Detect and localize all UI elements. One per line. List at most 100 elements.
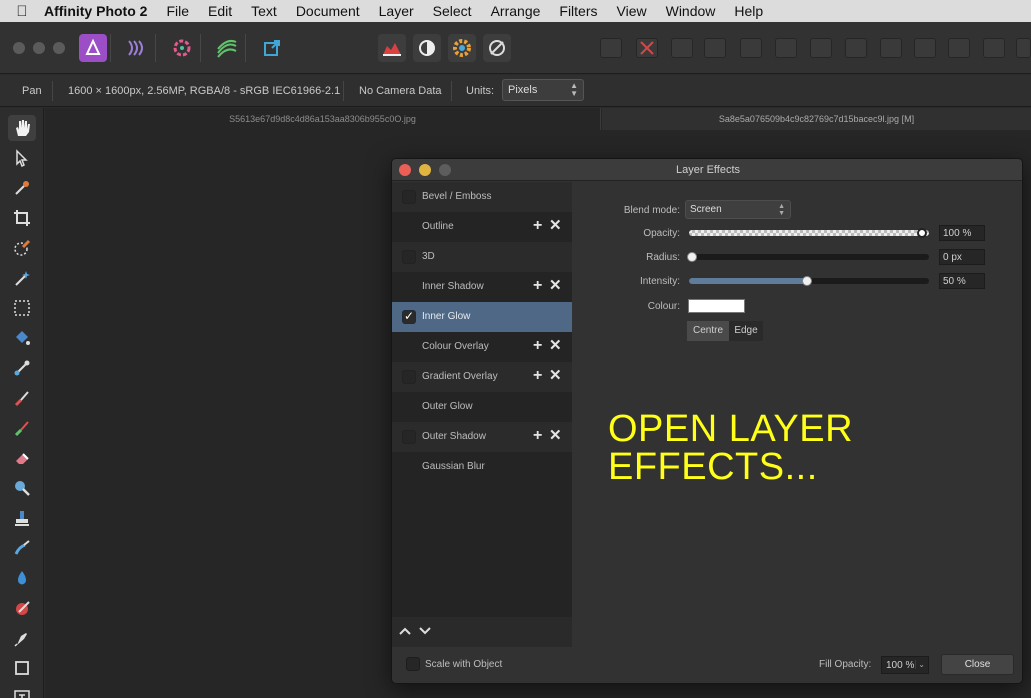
effect-row-3d[interactable]: 3D [392, 242, 572, 272]
remove-effect-icon[interactable]: ✕ [549, 367, 562, 385]
selection-brush-tool-icon[interactable] [8, 235, 36, 261]
menu-window[interactable]: Window [666, 3, 716, 19]
opacity-slider-knob[interactable] [917, 228, 927, 238]
menu-view[interactable]: View [617, 3, 647, 19]
hand-tool-icon[interactable] [8, 115, 36, 141]
flip-vertical-icon[interactable] [948, 38, 970, 58]
opacity-slider[interactable] [689, 228, 929, 238]
export-persona-icon[interactable] [258, 34, 286, 62]
photo-persona-icon[interactable] [79, 34, 107, 62]
erase-brush-tool-icon[interactable] [8, 445, 36, 471]
marquee-tool-icon[interactable] [8, 295, 36, 321]
effect-row-gaussian-blur[interactable]: Gaussian Blur [392, 452, 572, 482]
add-effect-icon[interactable]: + [533, 367, 542, 385]
effect-row-outer-shadow[interactable]: Outer Shadow + ✕ [392, 422, 572, 452]
tone-mapping-persona-icon[interactable] [213, 34, 241, 62]
window-close-button[interactable] [13, 42, 25, 54]
window-minimize-button[interactable] [33, 42, 45, 54]
checkbox[interactable] [402, 250, 416, 264]
flood-fill-tool-icon[interactable] [8, 325, 36, 351]
paint-brush-tool-icon[interactable] [8, 385, 36, 411]
close-button[interactable]: Close [941, 654, 1014, 675]
dialog-zoom-button[interactable] [439, 164, 451, 176]
window-zoom-button[interactable] [53, 42, 65, 54]
remove-effect-icon[interactable]: ✕ [549, 427, 562, 445]
magic-wand-tool-icon[interactable] [8, 265, 36, 291]
menu-select[interactable]: Select [433, 3, 472, 19]
gradient-tool-icon[interactable] [8, 355, 36, 381]
centre-button[interactable]: Centre [687, 321, 729, 341]
menu-arrange[interactable]: Arrange [491, 3, 541, 19]
menu-edit[interactable]: Edit [208, 3, 232, 19]
dialog-title-bar[interactable]: Layer Effects [392, 159, 1022, 181]
intensity-input[interactable]: 50 % [939, 273, 985, 289]
clone-brush-tool-icon[interactable] [8, 505, 36, 531]
levels-adjustment-icon[interactable] [378, 34, 406, 62]
dialog-minimize-button[interactable] [419, 164, 431, 176]
color-wheel-icon[interactable] [448, 34, 476, 62]
text-tool-icon[interactable] [8, 685, 36, 698]
add-effect-icon[interactable]: + [533, 217, 542, 235]
units-select[interactable]: Pixels ▲ ▼ [502, 79, 584, 101]
arrange-front-icon[interactable] [983, 38, 1005, 58]
color-replacement-tool-icon[interactable] [8, 415, 36, 441]
pen-tool-icon[interactable] [8, 625, 36, 651]
liquify-persona-icon[interactable] [123, 34, 151, 62]
align-left-icon[interactable] [704, 38, 726, 58]
effect-row-bevel-emboss[interactable]: Bevel / Emboss [392, 182, 572, 212]
move-tool-icon[interactable] [8, 145, 36, 171]
blend-mode-select[interactable]: Screen ▲ ▼ [685, 200, 791, 219]
effect-row-outer-glow[interactable]: Outer Glow [392, 392, 572, 422]
remove-effect-icon[interactable]: ✕ [549, 277, 562, 295]
radius-slider-knob[interactable] [687, 252, 697, 262]
effect-row-inner-glow[interactable]: ✓ Inner Glow [392, 302, 572, 332]
effect-row-colour-overlay[interactable]: Colour Overlay + ✕ [392, 332, 572, 362]
flip-horizontal-icon[interactable] [914, 38, 936, 58]
document-tab-active[interactable]: Sa8e5a076509b4c9c82769c7d15bacec9l.jpg [… [602, 108, 1031, 130]
contrast-adjustment-icon[interactable] [413, 34, 441, 62]
deselect-icon[interactable] [636, 38, 658, 58]
menu-filters[interactable]: Filters [559, 3, 597, 19]
move-up-icon[interactable] [398, 623, 412, 639]
menu-text[interactable]: Text [251, 3, 277, 19]
align-bottom-icon[interactable] [880, 38, 902, 58]
document-tab[interactable]: S5613e67d9d8c4d86a153aa8306b955c0O.jpg [45, 108, 601, 130]
white-balance-icon[interactable] [483, 34, 511, 62]
effect-row-inner-shadow[interactable]: Inner Shadow + ✕ [392, 272, 572, 302]
remove-effect-icon[interactable]: ✕ [549, 337, 562, 355]
move-down-icon[interactable] [418, 623, 432, 639]
dodge-tool-icon[interactable] [8, 475, 36, 501]
colour-swatch[interactable] [688, 299, 745, 313]
arrange-back-icon[interactable] [1016, 38, 1031, 58]
smudge-brush-tool-icon[interactable] [8, 535, 36, 561]
menu-layer[interactable]: Layer [379, 3, 414, 19]
checkbox[interactable] [406, 657, 420, 671]
intensity-slider-knob[interactable] [802, 276, 812, 286]
color-picker-tool-icon[interactable] [8, 175, 36, 201]
blur-brush-tool-icon[interactable] [8, 565, 36, 591]
develop-persona-icon[interactable] [168, 34, 196, 62]
checkbox[interactable] [402, 430, 416, 444]
checkbox[interactable] [402, 190, 416, 204]
effect-row-outline[interactable]: Outline + ✕ [392, 212, 572, 242]
checkbox-checked[interactable]: ✓ [402, 309, 416, 324]
app-menu[interactable]: Affinity Photo 2 [44, 3, 147, 19]
red-eye-tool-icon[interactable] [8, 595, 36, 621]
align-top-icon[interactable] [810, 38, 832, 58]
apple-menu-icon[interactable]:  [0, 3, 44, 20]
menu-document[interactable]: Document [296, 3, 360, 19]
fill-opacity-input[interactable]: 100 % ⌄ [881, 656, 929, 674]
menu-help[interactable]: Help [734, 3, 763, 19]
intensity-slider[interactable] [689, 276, 929, 286]
menu-file[interactable]: File [166, 3, 189, 19]
crop-tool-icon[interactable] [8, 205, 36, 231]
add-effect-icon[interactable]: + [533, 427, 542, 445]
opacity-input[interactable]: 100 % [939, 225, 985, 241]
radius-input[interactable]: 0 px [939, 249, 985, 265]
add-effect-icon[interactable]: + [533, 337, 542, 355]
rectangle-tool-icon[interactable] [8, 655, 36, 681]
chevron-down-icon[interactable]: ⌄ [915, 660, 925, 669]
radius-slider[interactable] [687, 252, 929, 262]
align-right-icon[interactable] [775, 38, 797, 58]
invert-selection-icon[interactable] [671, 38, 693, 58]
